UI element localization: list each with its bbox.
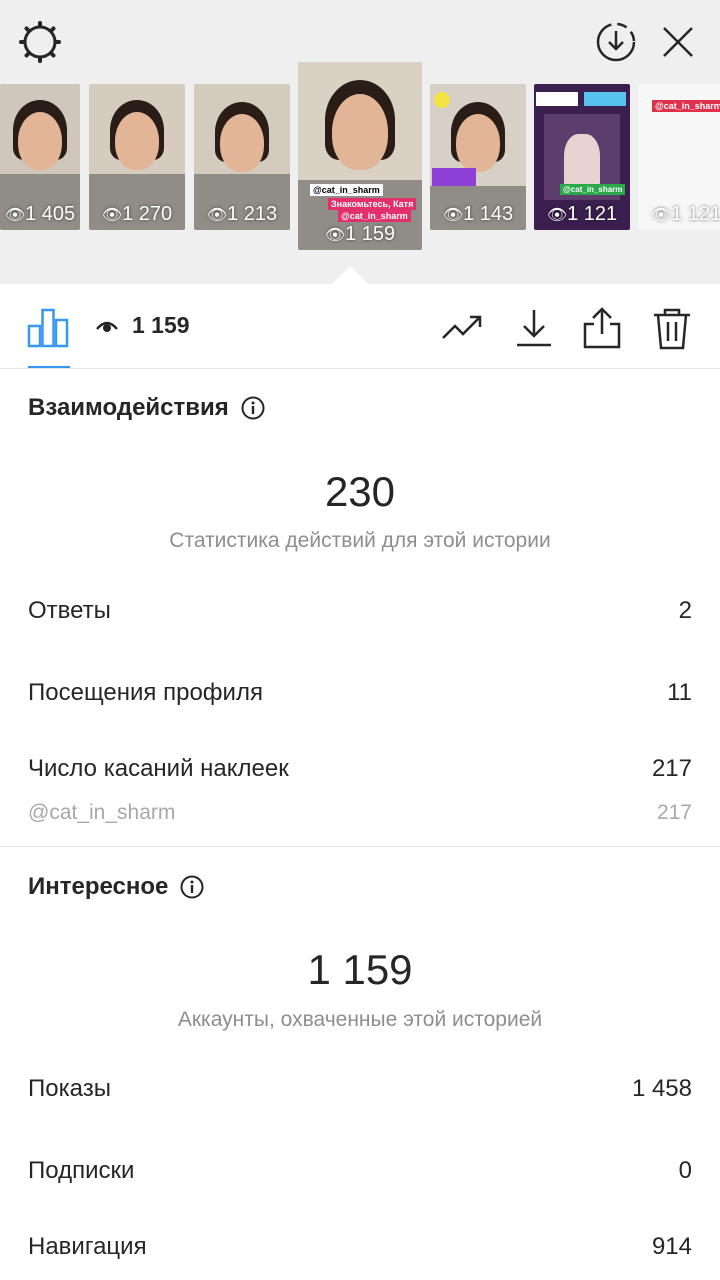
interactions-total: 230 (324, 468, 396, 515)
stat-row: Показы 1 458 (28, 1075, 692, 1102)
bar-chart-icon[interactable] (26, 304, 70, 348)
info-icon[interactable] (241, 396, 265, 420)
story-thumbnail[interactable]: @cat_in_sharm 👁1 121 (638, 84, 720, 230)
close-icon[interactable] (658, 22, 698, 62)
stat-row: Ответы 2 (28, 597, 692, 624)
caption-tag: Знакомьтесь, Катя (328, 198, 417, 210)
download-circle-icon[interactable] (594, 20, 638, 64)
story-views: 👁1 121 (546, 203, 618, 225)
mention-tag: @cat_in_sharm (310, 184, 383, 196)
views-count: 1 159 (96, 312, 190, 339)
story-views: 👁1 213 (206, 203, 278, 225)
mention-tag: @cat_in_sharm (338, 210, 411, 222)
discovery-total: 1 159 (307, 946, 413, 993)
trash-icon[interactable] (650, 306, 694, 350)
selected-story-pointer (332, 266, 368, 284)
stat-row: Навигация 914 (28, 1233, 692, 1260)
stat-row: Число касаний наклеек 217 (28, 755, 692, 782)
story-views: 👁1 159 (324, 223, 396, 245)
stat-sub-row: @cat_in_sharm 217 (28, 801, 692, 824)
stat-row: Посещения профиля 11 (28, 679, 692, 706)
story-views: 👁1 143 (442, 203, 514, 225)
mention-tag: @cat_in_sharm (560, 184, 626, 195)
story-thumbnail[interactable]: 👁1 213 (194, 84, 290, 230)
interactions-title: Взаимодействия (28, 394, 265, 422)
eye-icon (96, 312, 118, 339)
gear-icon[interactable] (18, 20, 62, 64)
info-icon[interactable] (180, 875, 204, 899)
story-views: 👁1 405 (4, 203, 76, 225)
story-thumbnail[interactable]: 👁1 405 (0, 84, 80, 230)
discovery-title: Интересное (28, 873, 204, 901)
active-tab-indicator (28, 366, 70, 368)
trending-icon[interactable] (440, 306, 484, 350)
story-thumbnail-selected[interactable]: @cat_in_sharm Знакомьтесь, Катя @cat_in_… (298, 62, 422, 250)
interactions-subtitle: Статистика действий для этой истории (169, 529, 551, 552)
discovery-subtitle: Аккаунты, охваченные этой историей (177, 1008, 543, 1031)
story-views: 👁1 121 (650, 203, 720, 225)
story-thumbnail[interactable]: 👁1 270 (89, 84, 185, 230)
story-views: 👁1 270 (101, 203, 173, 225)
section-divider (0, 846, 720, 847)
stat-row: Подписки 0 (28, 1157, 692, 1184)
download-icon[interactable] (512, 306, 556, 350)
mention-tag: @cat_in_sharm (652, 100, 720, 112)
story-thumbnail[interactable]: 👁1 143 (430, 84, 526, 230)
share-icon[interactable] (580, 306, 624, 350)
story-thumbnail[interactable]: @cat_in_sharm 👁1 121 (534, 84, 630, 230)
